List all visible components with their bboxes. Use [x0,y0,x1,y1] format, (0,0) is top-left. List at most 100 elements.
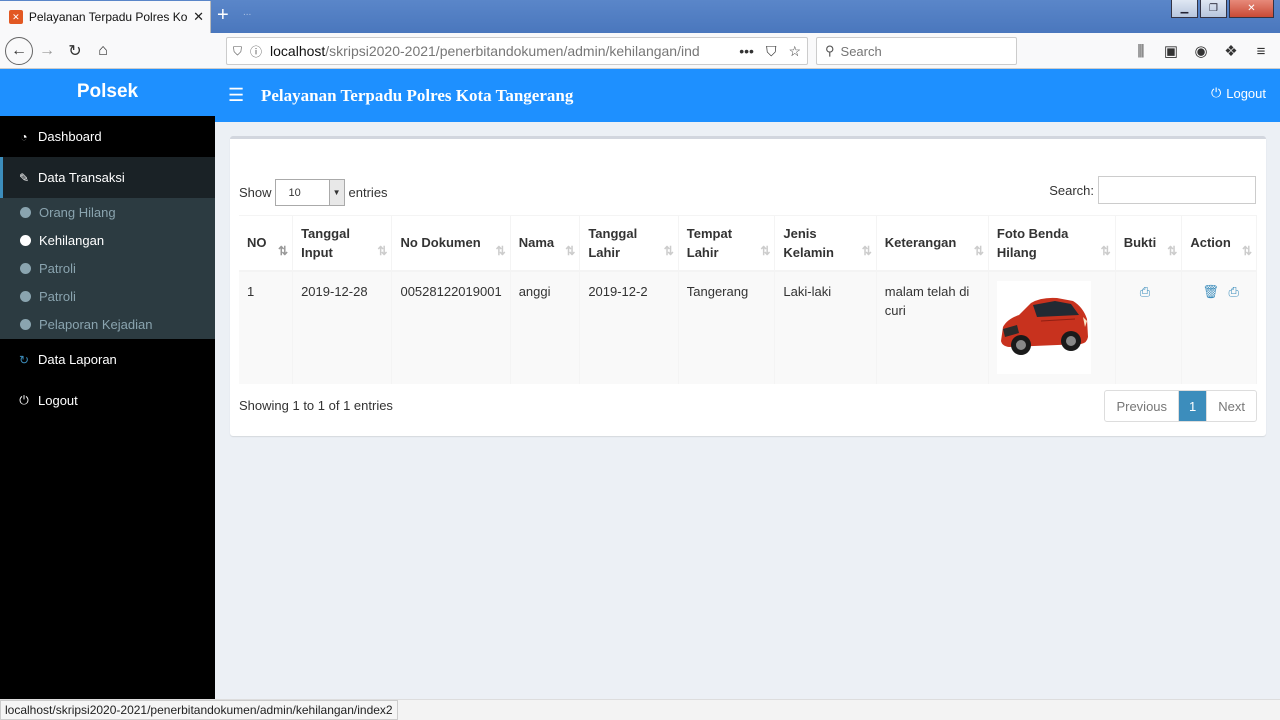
cell-no-dokumen: 00528122019001 [391,270,511,384]
length-control: Show 10 ▼ entries [239,179,388,206]
entries-select[interactable]: 10 ▼ [274,179,345,206]
app-topbar: ☰ Pelayanan Terpadu Polres Kota Tangeran… [215,69,1280,122]
library-icon[interactable]: ⫼ [1130,37,1152,65]
browser-tab[interactable]: ✕ Pelayanan Terpadu Polres Kota ✕ [0,1,211,33]
search-icon: ⚲ [825,43,835,58]
col-bukti[interactable]: Bukti ⇅ [1115,215,1183,272]
header-logout-link[interactable]: ⏻ Logout [1211,85,1266,101]
col-nama[interactable]: Nama ⇅ [510,215,581,272]
col-no-dokumen[interactable]: No Dokumen ⇅ [391,215,511,272]
pagination: Previous 1 Next [1104,390,1257,422]
sort-asc-icon: ⇅ [278,243,288,258]
xampp-favicon-icon: ✕ [9,10,23,24]
next-button[interactable]: Next [1207,391,1256,421]
car-photo [996,280,1091,374]
browser-statusbar: localhost/skripsi2020-2021/penerbitandok… [0,699,1280,720]
more-actions-icon[interactable]: ••• [739,43,754,60]
sidebar-item-data-transaksi[interactable]: ✎ Data Transaksi [0,157,215,198]
refresh-icon: ↻ [18,352,30,367]
back-icon[interactable]: ← [5,36,33,65]
col-tanggal-lahir[interactable]: Tanggal Lahir ⇅ [579,215,679,272]
sidebar-item-logout[interactable]: ⏻ Logout [0,380,215,421]
browser-search-box[interactable]: ⚲ [816,37,1017,65]
forward-icon[interactable]: → [33,37,61,65]
power-icon: ⏻ [19,393,29,407]
sidebar-submenu: Orang Hilang Kehilangan Patroli Patroli … [0,198,215,339]
status-url: localhost/skripsi2020-2021/penerbitandok… [0,700,398,720]
dropdown-arrow-icon[interactable]: ▼ [328,180,344,205]
minimize-icon[interactable]: ▁ [1171,0,1198,18]
table-search-input[interactable] [1098,176,1256,204]
sort-icon: ⇅ [1167,243,1177,258]
cell-tanggal-lahir: 2019-12-2 [579,270,679,384]
col-foto-benda-hilang[interactable]: Foto Benda Hilang ⇅ [988,215,1116,272]
power-icon: ⏻ [1210,85,1222,100]
sidebar-item-data-laporan[interactable]: ↻ Data Laporan [0,339,215,380]
app-logo[interactable]: Polsek [0,69,215,116]
cell-jenis-kelamin: Laki-laki [774,270,877,384]
col-action[interactable]: Action ⇅ [1181,215,1257,272]
shield-icon[interactable]: ⛉ [233,44,242,59]
url-text[interactable]: localhost/skripsi2020-2021/penerbitandok… [270,43,700,59]
circle-icon [20,318,31,330]
cell-foto [988,270,1116,384]
sort-icon: ⇅ [861,243,872,258]
browser-search-input[interactable] [840,43,1001,59]
circle-icon [20,290,31,302]
menu-icon[interactable]: ≡ [1250,37,1272,65]
data-table: NO ⇅ Tanggal Input ⇅ No Dokumen ⇅ Nama ⇅ Tan… [239,215,1257,384]
sort-icon: ⇅ [377,243,387,258]
dashboard-icon: ◔ [20,129,28,144]
col-tanggal-input[interactable]: Tanggal Input ⇅ [292,215,393,272]
sidebar-subitem-patroli-2[interactable]: Patroli [0,282,215,310]
bookmark-star-icon[interactable]: ☆ [788,43,801,60]
page-1-button[interactable]: 1 [1179,391,1208,421]
sidebar-subitem-kehilangan[interactable]: Kehilangan [0,226,215,254]
sidebar-item-dashboard[interactable]: ◔ Dashboard [0,116,215,157]
background-window-title: ... [243,7,252,18]
col-tempat-lahir[interactable]: Tempat Lahir ⇅ [678,215,776,272]
cell-action: 🗑 ⎙ [1181,270,1257,384]
col-jenis-kelamin[interactable]: Jenis Kelamin ⇅ [774,215,877,272]
maximize-icon[interactable]: ❐ [1200,0,1227,18]
trash-icon[interactable]: 🗑 [1202,284,1219,299]
sidebar: ◔ Dashboard ✎ Data Transaksi Orang Hilan… [0,116,215,699]
cell-tanggal-input: 2019-12-28 [292,270,393,384]
print-icon[interactable]: ⎙ [1228,284,1238,299]
reload-icon[interactable]: ↻ [61,37,89,65]
sidebar-subitem-patroli[interactable]: Patroli [0,254,215,282]
col-keterangan[interactable]: Keterangan ⇅ [876,215,989,272]
new-tab-icon[interactable]: + [217,4,237,26]
previous-button[interactable]: Previous [1105,391,1180,421]
browser-navbar: ← → ↻ ⌂ ⛉ ⓘ localhost/skripsi2020-2021/p… [0,33,1280,69]
browser-tabbar: ✕ Pelayanan Terpadu Polres Kota ✕ + ... … [0,0,1280,33]
tab-close-icon[interactable]: ✕ [193,9,204,25]
cell-bukti: ⎙ [1115,270,1183,384]
app-title: Pelayanan Terpadu Polres Kota Tangerang [261,85,574,105]
pocket-icon[interactable]: ⛉ [766,43,777,60]
url-bar[interactable]: ⛉ ⓘ localhost/skripsi2020-2021/penerbita… [226,37,808,65]
sidebar-toggle-icon[interactable]: ▣ [1160,37,1182,65]
circle-icon [20,234,31,246]
data-table-box: Show 10 ▼ entries Search: NO ⇅ Tanggal In… [230,136,1266,436]
print-icon[interactable]: ⎙ [1140,284,1150,299]
col-no[interactable]: NO ⇅ [239,215,294,272]
sort-icon: ⇅ [495,243,506,258]
info-icon[interactable]: ⓘ [250,43,262,60]
sort-icon: ⇅ [1100,243,1111,258]
sidebar-subitem-pelaporan-kejadian[interactable]: Pelaporan Kejadian [0,310,215,338]
circle-icon [20,262,31,274]
window-close-icon[interactable]: ✕ [1229,0,1274,18]
sort-icon: ⇅ [663,243,674,258]
account-icon[interactable]: ◉ [1190,37,1212,65]
extensions-icon[interactable]: ❖ [1220,37,1242,65]
table-info: Showing 1 to 1 of 1 entries [239,398,393,413]
sidebar-subitem-orang-hilang[interactable]: Orang Hilang [0,198,215,226]
cell-tempat-lahir: Tangerang [678,270,776,384]
cell-nama: anggi [510,270,581,384]
car-image [1000,297,1088,355]
cell-keterangan: malam telah di curi [876,270,989,384]
hamburger-menu-icon[interactable]: ☰ [228,85,248,106]
sort-icon: ⇅ [973,243,984,258]
home-icon[interactable]: ⌂ [89,37,117,65]
